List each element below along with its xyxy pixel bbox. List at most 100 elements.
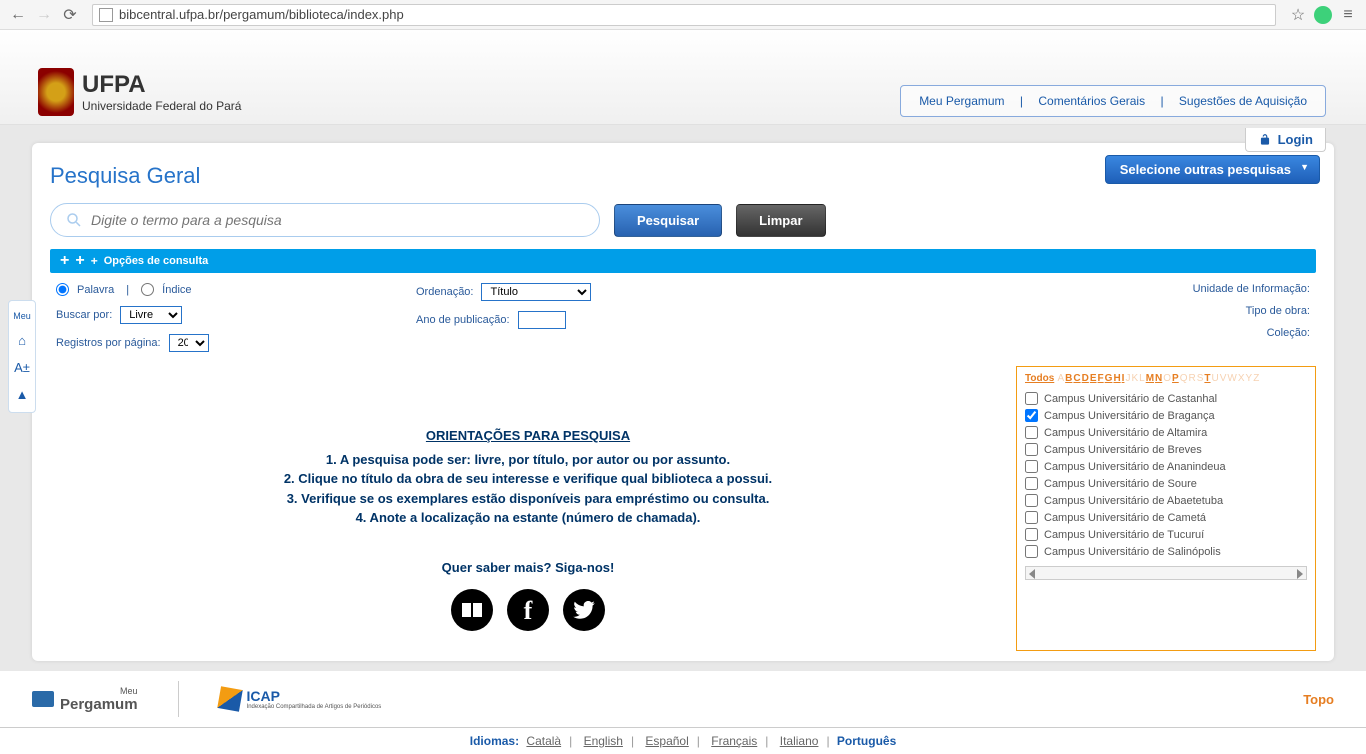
- side-font-icon[interactable]: A±: [14, 360, 30, 375]
- side-my-icon[interactable]: Meu: [13, 311, 31, 321]
- campus-item: Campus Universitário de Salinópolis: [1025, 543, 1307, 560]
- campus-checkbox[interactable]: [1025, 545, 1038, 558]
- alpha-letter[interactable]: E: [1090, 373, 1097, 384]
- campus-checkbox[interactable]: [1025, 511, 1038, 524]
- campus-item: Campus Universitário de Altamira: [1025, 424, 1307, 441]
- alpha-letter[interactable]: C: [1073, 373, 1080, 384]
- side-up-icon[interactable]: ▲: [16, 387, 29, 402]
- campus-checkbox[interactable]: [1025, 494, 1038, 507]
- alpha-letter: J: [1125, 373, 1130, 384]
- select-records[interactable]: 20: [169, 334, 209, 352]
- radio-word[interactable]: [56, 283, 69, 296]
- campus-label: Campus Universitário de Breves: [1044, 444, 1202, 456]
- link-comments[interactable]: Comentários Gerais: [1038, 94, 1145, 108]
- reload-icon[interactable]: ⟳: [60, 5, 80, 25]
- back-to-top[interactable]: Topo: [1303, 692, 1334, 707]
- alpha-letter[interactable]: B: [1065, 373, 1072, 384]
- campus-item: Campus Universitário de Breves: [1025, 441, 1307, 458]
- campus-checkbox[interactable]: [1025, 477, 1038, 490]
- campus-panel: Todos ABCDEFGHIJKLMNOPQRSTUVWXYZ Campus …: [1016, 366, 1316, 651]
- alpha-letter: A: [1058, 373, 1065, 384]
- alpha-letter[interactable]: D: [1082, 373, 1089, 384]
- label-sort: Ordenação:: [416, 286, 473, 298]
- campus-checkbox[interactable]: [1025, 528, 1038, 541]
- select-other-searches[interactable]: Selecione outras pesquisas: [1105, 155, 1320, 184]
- campus-label: Campus Universitário de Abaetetuba: [1044, 495, 1223, 507]
- side-toolbar: Meu ⌂ A± ▲: [8, 300, 36, 413]
- alpha-letter: S: [1197, 373, 1204, 384]
- alpha-letter[interactable]: F: [1098, 373, 1104, 384]
- label-search-by: Buscar por:: [56, 309, 112, 321]
- footer-bar: Meu Pergamum ICAP Indexação Compartilhad…: [0, 671, 1366, 727]
- icap-logo[interactable]: ICAP Indexação Compartilhada de Artigos …: [219, 688, 382, 710]
- input-year[interactable]: [518, 311, 566, 329]
- social-facebook-icon[interactable]: f: [507, 589, 549, 631]
- link-suggestions[interactable]: Sugestões de Aquisição: [1179, 94, 1307, 108]
- label-collection: Coleção:: [1267, 327, 1310, 339]
- select-sort[interactable]: Título: [481, 283, 591, 301]
- page-header: UFPA Universidade Federal do Pará Meu Pe…: [0, 30, 1366, 125]
- ufpa-crest-icon: [38, 68, 74, 116]
- label-year: Ano de publicação:: [416, 314, 510, 326]
- alpha-letter: Z: [1253, 373, 1259, 384]
- link-my-pergamum[interactable]: Meu Pergamum: [919, 94, 1004, 108]
- org-full: Universidade Federal do Pará: [82, 99, 241, 113]
- main-search-box: Pesquisa Geral Selecione outras pesquisa…: [32, 143, 1334, 661]
- logo-block[interactable]: UFPA Universidade Federal do Pará: [38, 68, 241, 116]
- alpha-letter[interactable]: M: [1146, 373, 1154, 384]
- org-short: UFPA: [82, 71, 241, 99]
- lang-link[interactable]: Français: [711, 734, 757, 748]
- campus-item: Campus Universitário de Abaetetuba: [1025, 492, 1307, 509]
- campus-item: Campus Universitário de Bragança: [1025, 407, 1307, 424]
- alpha-letter[interactable]: T: [1204, 373, 1210, 384]
- options-title: Opções de consulta: [104, 255, 209, 267]
- label-type: Tipo de obra:: [1246, 305, 1310, 317]
- alpha-letter: R: [1189, 373, 1196, 384]
- social-book-icon[interactable]: [451, 589, 493, 631]
- alpha-letter[interactable]: H: [1113, 373, 1120, 384]
- login-button[interactable]: Login: [1245, 128, 1326, 152]
- unlock-icon: [1258, 133, 1272, 147]
- options-bar[interactable]: + + + Opções de consulta: [50, 249, 1316, 273]
- campus-checkbox[interactable]: [1025, 460, 1038, 473]
- alpha-todos[interactable]: Todos: [1025, 373, 1054, 384]
- campus-checkbox[interactable]: [1025, 392, 1038, 405]
- alpha-letter[interactable]: G: [1105, 373, 1113, 384]
- campus-item: Campus Universitário de Castanhal: [1025, 390, 1307, 407]
- forward-icon[interactable]: →: [34, 5, 54, 25]
- lang-link[interactable]: Català: [526, 734, 561, 748]
- lang-link[interactable]: English: [584, 734, 623, 748]
- search-input[interactable]: [91, 212, 585, 228]
- alpha-letter: U: [1212, 373, 1219, 384]
- horizontal-scrollbar[interactable]: [1025, 566, 1307, 580]
- campus-checkbox[interactable]: [1025, 409, 1038, 422]
- alpha-letter: Y: [1246, 373, 1253, 384]
- select-search-by[interactable]: Livre: [120, 306, 182, 324]
- alpha-letter: V: [1220, 373, 1227, 384]
- address-bar[interactable]: bibcentral.ufpa.br/pergamum/biblioteca/i…: [92, 4, 1276, 26]
- back-icon[interactable]: ←: [8, 5, 28, 25]
- alpha-letter: X: [1238, 373, 1245, 384]
- label-index: Índice: [162, 284, 191, 296]
- alpha-letter[interactable]: N: [1155, 373, 1162, 384]
- pergamum-logo[interactable]: Meu Pergamum: [32, 686, 138, 713]
- extension-icon[interactable]: [1314, 6, 1332, 24]
- lang-link[interactable]: Italiano: [780, 734, 819, 748]
- radio-index[interactable]: [141, 283, 154, 296]
- menu-icon[interactable]: ≡: [1338, 5, 1358, 25]
- alpha-letter[interactable]: P: [1172, 373, 1179, 384]
- lang-active: Português: [837, 734, 896, 748]
- campus-label: Campus Universitário de Soure: [1044, 478, 1197, 490]
- side-home-icon[interactable]: ⌂: [18, 333, 26, 348]
- bookmark-star-icon[interactable]: ☆: [1288, 5, 1308, 25]
- top-links: Meu Pergamum | Comentários Gerais | Suge…: [900, 85, 1326, 117]
- campus-item: Campus Universitário de Cametá: [1025, 509, 1307, 526]
- campus-checkbox[interactable]: [1025, 426, 1038, 439]
- clear-button[interactable]: Limpar: [736, 204, 825, 237]
- social-twitter-icon[interactable]: [563, 589, 605, 631]
- label-unit: Unidade de Informação:: [1193, 283, 1310, 295]
- search-button[interactable]: Pesquisar: [614, 204, 722, 237]
- lang-link[interactable]: Español: [645, 734, 688, 748]
- alpha-letter: K: [1131, 373, 1138, 384]
- campus-checkbox[interactable]: [1025, 443, 1038, 456]
